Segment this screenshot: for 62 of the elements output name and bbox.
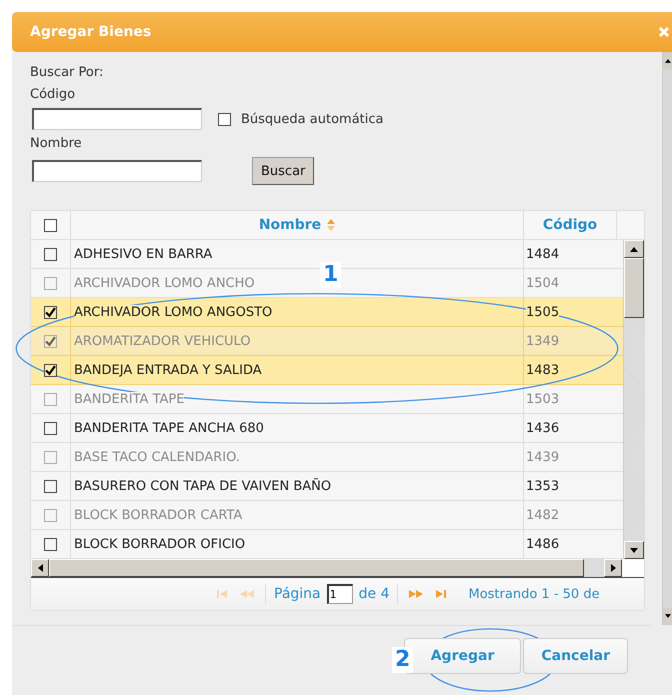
- dialog-button[interactable]: Cancelar: [523, 638, 628, 674]
- window-title: Agregar Bienes: [30, 24, 152, 40]
- item-code: 1349: [526, 334, 560, 348]
- page-total: de 4: [358, 586, 390, 602]
- horizontal-scrollbar[interactable]: [31, 559, 644, 578]
- table-row[interactable]: BLOCK BORRADOR OFICIO 1486: [31, 530, 623, 559]
- item-name: BASE TACO CALENDARIO.: [74, 450, 240, 464]
- search-heading: Buscar Por:: [30, 64, 104, 81]
- table-row[interactable]: BANDEJA ENTRADA Y SALIDA 1483: [31, 356, 623, 385]
- scroll-down-icon[interactable]: [630, 548, 638, 552]
- code-field[interactable]: [32, 108, 202, 130]
- item-name: AROMATIZADOR VEHICULO: [74, 334, 251, 348]
- item-code: 1503: [526, 392, 560, 406]
- table-row[interactable]: ARCHIVADOR LOMO ANGOSTO 1505: [31, 298, 623, 327]
- record-summary: Mostrando 1 - 50 de: [468, 586, 600, 602]
- row-checkbox[interactable]: [44, 364, 57, 376]
- row-checkbox[interactable]: [44, 422, 57, 434]
- item-name: BLOCK BORRADOR CARTA: [74, 508, 242, 522]
- page-label: Página: [274, 586, 321, 602]
- item-name: ARCHIVADOR LOMO ANCHO: [74, 276, 255, 290]
- row-checkbox[interactable]: [44, 248, 57, 260]
- annotation-number: 2: [392, 647, 414, 673]
- scroll-up-icon[interactable]: [630, 246, 638, 252]
- vertical-scrollbar[interactable]: [623, 240, 644, 559]
- select-all-checkbox[interactable]: [44, 218, 57, 232]
- item-code: 1504: [526, 276, 560, 290]
- item-name: ADHESIVO EN BARRA: [74, 246, 212, 262]
- row-checkbox[interactable]: [44, 306, 57, 318]
- item-code: 1436: [526, 420, 560, 436]
- scrollbar-thumb[interactable]: [624, 258, 644, 318]
- name-label: Nombre: [30, 135, 83, 152]
- item-name: BLOCK BORRADOR OFICIO: [74, 536, 246, 552]
- item-code: 1484: [526, 246, 560, 262]
- row-checkbox[interactable]: [44, 538, 57, 550]
- page-field[interactable]: 1: [326, 584, 353, 604]
- table-row[interactable]: BASURERO CON TAPA DE VAIVEN BAÑO 1353: [31, 472, 623, 501]
- column-header[interactable]: Nombre: [258, 217, 322, 233]
- item-name: BANDERITA TAPE ANCHA 680: [74, 420, 264, 436]
- scroll-left-icon[interactable]: [38, 564, 42, 572]
- item-name: ARCHIVADOR LOMO ANGOSTO: [74, 304, 272, 320]
- table-row[interactable]: BANDERITA TAPE ANCHA 680 1436: [31, 414, 623, 443]
- auto-search-label: Búsqueda automática: [241, 112, 384, 126]
- row-checkbox[interactable]: [44, 480, 57, 492]
- dialog-scrollbar[interactable]: [662, 52, 672, 625]
- item-code: 1353: [526, 478, 560, 494]
- annotation-number: 1: [320, 262, 342, 288]
- scrollbar-thumb[interactable]: [49, 559, 584, 577]
- scroll-right-icon[interactable]: [610, 564, 616, 572]
- name-field[interactable]: [32, 160, 202, 182]
- item-code: 1439: [526, 450, 560, 464]
- item-code: 1482: [526, 508, 560, 522]
- column-header[interactable]: Código: [542, 217, 598, 233]
- item-name: BANDEJA ENTRADA Y SALIDA: [74, 362, 262, 378]
- code-label: Código: [30, 86, 76, 103]
- item-code: 1486: [526, 536, 560, 552]
- item-code: 1483: [526, 362, 560, 378]
- scroll-down-icon[interactable]: [665, 614, 671, 618]
- search-button[interactable]: Buscar: [252, 157, 314, 185]
- item-name: BASURERO CON TAPA DE VAIVEN BAÑO: [74, 478, 332, 494]
- checkbox[interactable]: [218, 112, 231, 126]
- item-code: 1505: [526, 304, 560, 320]
- scroll-up-icon[interactable]: [665, 59, 671, 63]
